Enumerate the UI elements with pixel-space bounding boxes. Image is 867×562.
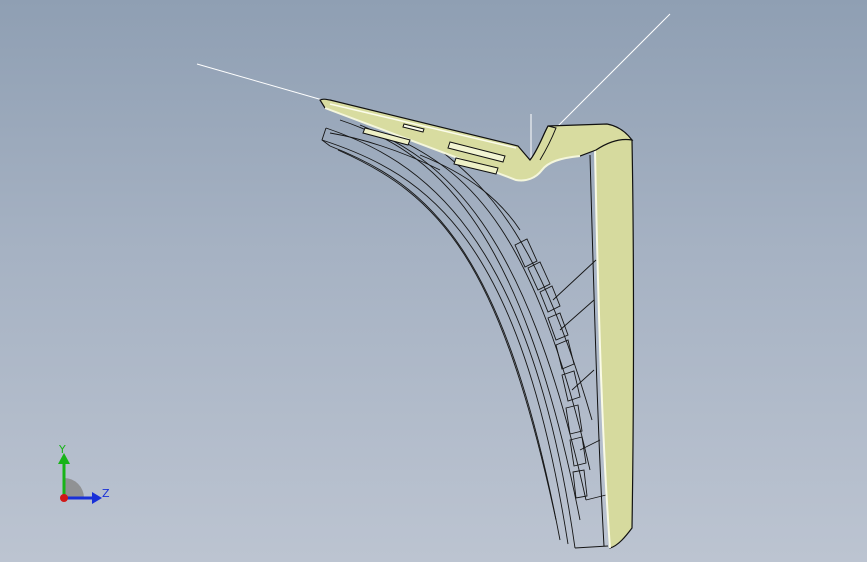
graphics-viewport[interactable]: Y Z <box>0 0 867 562</box>
y-axis-label: Y <box>59 443 66 456</box>
model-view[interactable] <box>0 0 867 562</box>
z-axis-arrowhead <box>92 492 102 504</box>
construction-line-left <box>196 63 327 102</box>
coordinate-triad: Y Z <box>50 440 120 510</box>
z-axis-label: Z <box>102 487 110 500</box>
construction-line-right <box>555 13 671 129</box>
x-axis-dot <box>60 494 68 502</box>
wireframe-profile <box>321 119 609 549</box>
triad-quadrant <box>64 478 84 498</box>
